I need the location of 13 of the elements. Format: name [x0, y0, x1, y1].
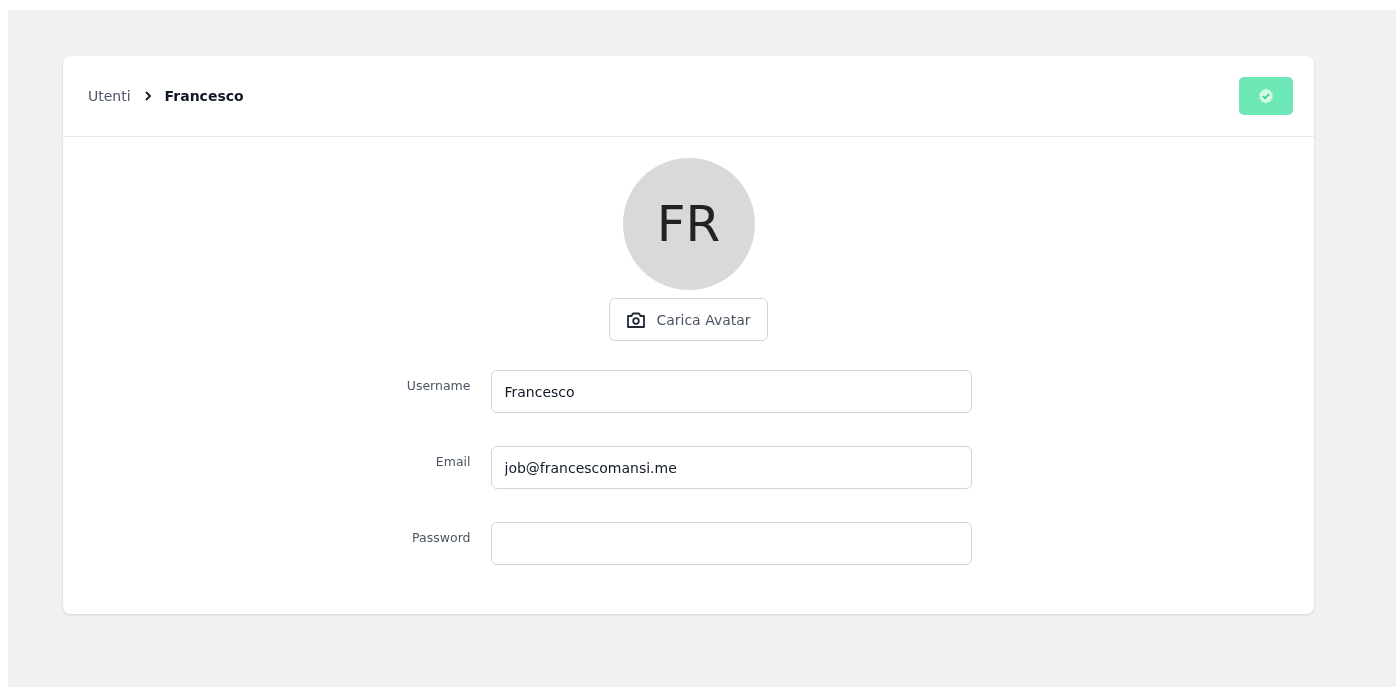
field-label: Password: [411, 529, 471, 545]
input-field[interactable]: [490, 522, 972, 565]
check-badge-icon: [1258, 88, 1274, 104]
field-label: Email: [434, 453, 471, 469]
upload-avatar-button[interactable]: Carica Avatar: [609, 298, 768, 341]
chevron-right-icon: [142, 91, 153, 101]
camera-icon: [626, 310, 647, 329]
breadcrumb-item: Francesco: [164, 88, 244, 104]
breadcrumb-item[interactable]: Utenti: [88, 88, 131, 104]
avatar: FR: [622, 158, 755, 290]
input-field[interactable]: Francesco: [490, 370, 972, 413]
input-field[interactable]: job@francescomansi.me: [490, 446, 972, 489]
field-label: Username: [405, 377, 471, 393]
